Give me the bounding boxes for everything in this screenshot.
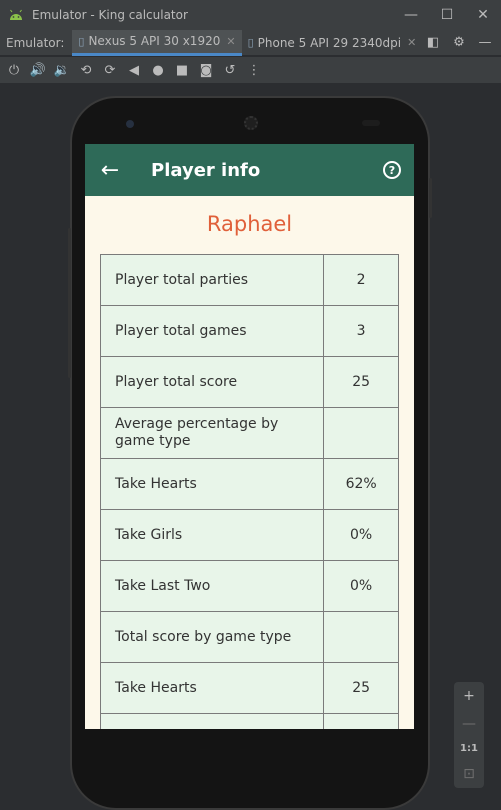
device-icon: ▯: [78, 34, 85, 48]
volume-down-icon[interactable]: 🔉: [54, 62, 70, 78]
row-label: Take Hearts: [99, 458, 325, 510]
row-label: Player total games: [99, 305, 325, 357]
row-value: 0%: [323, 509, 399, 561]
row-value: [323, 713, 399, 729]
back-icon[interactable]: ◀: [126, 62, 142, 78]
screenshot-icon[interactable]: ◙: [198, 62, 214, 78]
tab-label: Nexus 5 API 30 x1920: [88, 34, 221, 48]
back-arrow-icon[interactable]: ←: [85, 158, 135, 183]
page-title: Player info: [151, 159, 261, 181]
table-row: Player total games 3: [99, 305, 399, 357]
phone-side-button: [68, 228, 71, 378]
snapshot-icon[interactable]: ↺: [222, 62, 238, 78]
row-label: Player total parties: [99, 254, 325, 306]
fit-screen-icon[interactable]: ⊡: [463, 766, 475, 782]
row-value: 25: [323, 662, 399, 714]
gear-icon[interactable]: ⚙: [451, 35, 467, 51]
row-value: 62%: [323, 458, 399, 510]
table-row: [99, 713, 399, 729]
minimize-panel-icon[interactable]: —: [477, 35, 493, 51]
overview-icon[interactable]: ■: [174, 62, 190, 78]
power-icon[interactable]: ⏻: [6, 62, 22, 78]
table-row: Player total parties 2: [99, 254, 399, 306]
proximity-sensor: [362, 120, 380, 126]
row-value: [323, 407, 399, 459]
row-value: 25: [323, 356, 399, 408]
help-button[interactable]: ?: [370, 161, 414, 179]
row-value: [323, 611, 399, 663]
row-label: Take Girls: [99, 509, 325, 561]
tab-nexus-5[interactable]: ▯ Nexus 5 API 30 x1920 ✕: [72, 29, 242, 56]
help-icon: ?: [383, 161, 401, 179]
close-tab-icon[interactable]: ✕: [407, 36, 416, 49]
window-title: Emulator - King calculator: [32, 8, 188, 22]
phone-screen: ← Player info ? Raphael Player total par…: [85, 144, 414, 729]
android-icon: [10, 9, 22, 20]
tab-label: Phone 5 API 29 2340dpi: [257, 35, 402, 50]
row-label: Take Last Two: [99, 560, 325, 612]
row-value: 0%: [323, 560, 399, 612]
home-icon[interactable]: ●: [150, 62, 166, 78]
player-name: Raphael: [206, 212, 293, 236]
table-row: Take Hearts 62%: [99, 458, 399, 510]
zoom-in-button[interactable]: +: [463, 688, 475, 704]
table-row: Take Last Two 0%: [99, 560, 399, 612]
window-title-bar: Emulator - King calculator — ☐ ✕: [0, 0, 501, 30]
table-row: Take Hearts 25: [99, 662, 399, 714]
rotate-right-icon[interactable]: ⟳: [102, 62, 118, 78]
row-value: 3: [323, 305, 399, 357]
more-icon[interactable]: ⋮: [246, 62, 262, 78]
section-label: Total score by game type: [99, 611, 325, 663]
zoom-one-to-one-button[interactable]: 1:1: [460, 743, 478, 754]
rotate-left-icon[interactable]: ⟲: [78, 62, 94, 78]
earpiece-speaker: [244, 116, 258, 130]
minimize-button[interactable]: —: [393, 0, 429, 30]
table-row: Average percentage by game type: [99, 407, 399, 459]
layout-icon[interactable]: ◧: [425, 35, 441, 51]
row-label: Take Hearts: [99, 662, 325, 714]
close-window-button[interactable]: ✕: [465, 0, 501, 30]
table-row: Total score by game type: [99, 611, 399, 663]
maximize-button[interactable]: ☐: [429, 0, 465, 30]
row-label: [99, 713, 325, 729]
zoom-panel: + — 1:1 ⊡: [454, 682, 484, 788]
table-row: Take Girls 0%: [99, 509, 399, 561]
section-label: Average percentage by game type: [99, 407, 325, 459]
app-bar: ← Player info ?: [85, 144, 414, 196]
close-tab-icon[interactable]: ✕: [226, 35, 235, 48]
row-label: Player total score: [99, 356, 325, 408]
player-stats-table: Player total parties 2 Player total game…: [99, 254, 399, 729]
front-camera: [126, 120, 134, 128]
device-tabs-bar: Emulator: ▯ Nexus 5 API 30 x1920 ✕ ▯ Pho…: [0, 29, 501, 56]
zoom-out-button[interactable]: —: [462, 716, 476, 732]
table-row: Player total score 25: [99, 356, 399, 408]
volume-up-icon[interactable]: 🔊: [30, 62, 46, 78]
tab-phone-5[interactable]: ▯ Phone 5 API 29 2340dpi ✕: [242, 30, 423, 56]
row-value: 2: [323, 254, 399, 306]
emulator-toolbar: ⏻ 🔊 🔉 ⟲ ⟳ ◀ ● ■ ◙ ↺ ⋮: [0, 57, 501, 83]
emulator-label: Emulator:: [6, 35, 65, 50]
tabs-right-icons: ◧ ⚙ —: [425, 35, 501, 51]
device-icon: ▯: [247, 36, 254, 49]
phone-side-button: [429, 178, 432, 218]
